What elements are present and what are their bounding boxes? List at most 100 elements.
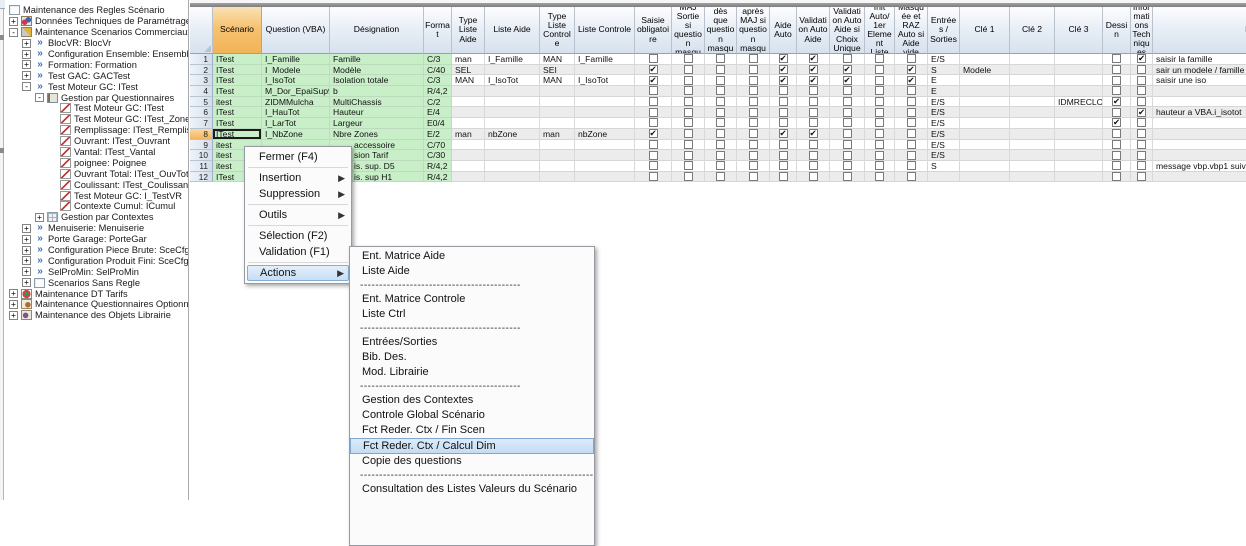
cell-saisie-obligatoire[interactable] (635, 107, 672, 118)
cell-liste-aide[interactable]: I_Famille (485, 54, 540, 65)
checkbox-saisie-obligatoire[interactable] (649, 76, 658, 85)
menu-item[interactable]: Liste Ctrl (352, 307, 592, 322)
cell-liste-controle[interactable]: I_IsoTot (575, 75, 635, 86)
expand-toggle[interactable]: + (22, 278, 31, 287)
cell-question-vba[interactable]: ZIDMMulcha (262, 97, 330, 108)
cell-scenario[interactable]: ITest (213, 86, 262, 97)
cell-cle-3[interactable] (1055, 118, 1103, 129)
checkbox-aide-auto[interactable] (779, 172, 788, 181)
cell-message[interactable] (1153, 129, 1246, 140)
cell-designation[interactable]: MultiChassis (330, 97, 424, 108)
cell-message[interactable]: message vbp.vbp1 suivi de vbp.vbp1 (1153, 161, 1246, 172)
cell-format[interactable]: C/70 (424, 140, 452, 151)
checkbox-validation-auto-aide-si-choix-unique[interactable] (843, 108, 852, 117)
checkbox-masquee-et-raz-auto-si-aide-vide[interactable] (907, 54, 916, 63)
checkbox-init-auto-1er-element-liste[interactable] (875, 97, 884, 106)
checkbox-informations-techniques[interactable] (1137, 129, 1146, 138)
menu-item[interactable]: Controle Global Scénario (352, 408, 592, 423)
checkbox-dessin[interactable] (1112, 54, 1121, 63)
checkbox-informations-techniques[interactable] (1137, 172, 1146, 181)
checkbox-aide-auto[interactable] (779, 118, 788, 127)
col-header-question-vba[interactable]: Question (VBA) (262, 7, 330, 54)
cell-aide-auto[interactable] (770, 140, 797, 151)
cell-cle-2[interactable] (1010, 65, 1055, 76)
cell-dessin[interactable] (1103, 118, 1131, 129)
cell-validation-auto-aide[interactable] (797, 129, 830, 140)
cell-cle-1[interactable] (960, 161, 1010, 172)
cell-masquee-et-raz-auto-si-aide-vide[interactable] (895, 86, 928, 97)
checkbox-masquee-et-raz-auto-si-aide-vide[interactable] (907, 97, 916, 106)
checkbox-masquee-et-raz-auto-si-aide-vide[interactable] (907, 65, 916, 74)
cell-liste-controle[interactable]: nbZone (575, 129, 635, 140)
cell-type-liste-controle[interactable] (540, 140, 575, 151)
cell-informations-techniques[interactable] (1131, 54, 1153, 65)
checkbox-dessin[interactable] (1112, 118, 1121, 127)
cell-liste-controle[interactable] (575, 118, 635, 129)
checkbox-informations-techniques[interactable] (1137, 54, 1146, 63)
checkbox-validation-auto-aide-si-choix-unique[interactable] (843, 76, 852, 85)
checkbox-validation-auto-aide-si-choix-unique[interactable] (843, 172, 852, 181)
cell-entrees-sorties[interactable] (928, 172, 960, 183)
cell-cle-2[interactable] (1010, 118, 1055, 129)
cell-format[interactable]: C/3 (424, 75, 452, 86)
cell-informations-techniques[interactable] (1131, 65, 1153, 76)
checkbox-raz-des-que-question-masquee[interactable] (716, 129, 725, 138)
cell-cle-1[interactable] (960, 140, 1010, 151)
cell-cle-3[interactable] (1055, 150, 1103, 161)
cell-aide-auto[interactable] (770, 54, 797, 65)
checkbox-validation-auto-aide-si-choix-unique[interactable] (843, 118, 852, 127)
cell-ctr-maj-sortie-si-question-masquee[interactable] (672, 140, 705, 151)
checkbox-validation-auto-aide[interactable] (809, 151, 818, 160)
row-number-cell[interactable]: 9 (190, 140, 213, 151)
checkbox-saisie-obligatoire[interactable] (649, 54, 658, 63)
cell-ctr-maj-sortie-si-question-masquee[interactable] (672, 172, 705, 183)
cell-type-liste-aide[interactable] (452, 140, 485, 151)
cell-aide-auto[interactable] (770, 97, 797, 108)
row-number-cell[interactable]: 2 (190, 65, 213, 76)
checkbox-raz-des-que-question-masquee[interactable] (716, 65, 725, 74)
cell-ctr-maj-sortie-si-question-masquee[interactable] (672, 118, 705, 129)
checkbox-raz-apres-maj-si-question-masquee[interactable] (749, 54, 758, 63)
checkbox-raz-apres-maj-si-question-masquee[interactable] (749, 161, 758, 170)
cell-liste-aide[interactable] (485, 65, 540, 76)
col-header-cle-3[interactable]: Clé 3 (1055, 7, 1103, 54)
cell-masquee-et-raz-auto-si-aide-vide[interactable] (895, 172, 928, 183)
cell-cle-3[interactable] (1055, 161, 1103, 172)
checkbox-dessin[interactable] (1112, 172, 1121, 181)
tree-item[interactable]: +Maintenance DT Tarifs (5, 288, 188, 299)
cell-masquee-et-raz-auto-si-aide-vide[interactable] (895, 150, 928, 161)
menu-item[interactable]: Outils▶ (247, 207, 349, 223)
cell-liste-controle[interactable] (575, 172, 635, 183)
cell-raz-des-que-question-masquee[interactable] (705, 97, 737, 108)
checkbox-aide-auto[interactable] (779, 65, 788, 74)
cell-message[interactable] (1153, 150, 1246, 161)
cell-scenario[interactable]: ITest (213, 129, 262, 140)
cell-cle-1[interactable] (960, 129, 1010, 140)
checkbox-aide-auto[interactable] (779, 97, 788, 106)
checkbox-ctr-maj-sortie-si-question-masquee[interactable] (684, 140, 693, 149)
cell-ctr-maj-sortie-si-question-masquee[interactable] (672, 129, 705, 140)
col-header-ctr-maj-sortie-si-question-masquee[interactable]: CTR & MAJ Sortie si question masquée (672, 7, 705, 54)
checkbox-validation-auto-aide[interactable] (809, 76, 818, 85)
cell-cle-3[interactable] (1055, 129, 1103, 140)
checkbox-raz-des-que-question-masquee[interactable] (716, 118, 725, 127)
cell-cle-1[interactable] (960, 150, 1010, 161)
checkbox-init-auto-1er-element-liste[interactable] (875, 108, 884, 117)
cell-message[interactable] (1153, 140, 1246, 151)
checkbox-dessin[interactable] (1112, 108, 1121, 117)
col-header-entrees-sorties[interactable]: Entrées / Sorties (928, 7, 960, 54)
checkbox-raz-des-que-question-masquee[interactable] (716, 140, 725, 149)
menu-item[interactable]: Fermer (F4) (247, 149, 349, 165)
checkbox-ctr-maj-sortie-si-question-masquee[interactable] (684, 65, 693, 74)
cell-cle-2[interactable] (1010, 75, 1055, 86)
checkbox-aide-auto[interactable] (779, 140, 788, 149)
menu-item[interactable]: Consultation des Listes Valeurs du Scéna… (352, 482, 592, 497)
cell-cle-2[interactable] (1010, 107, 1055, 118)
tree-item[interactable]: +Données Techniques de Paramétrage (5, 16, 188, 27)
cell-cle-1[interactable]: Modele (960, 65, 1010, 76)
cell-ctr-maj-sortie-si-question-masquee[interactable] (672, 150, 705, 161)
cell-type-liste-aide[interactable]: MAN (452, 75, 485, 86)
cell-type-liste-aide[interactable]: SEL (452, 65, 485, 76)
checkbox-aide-auto[interactable] (779, 54, 788, 63)
cell-type-liste-aide[interactable] (452, 107, 485, 118)
